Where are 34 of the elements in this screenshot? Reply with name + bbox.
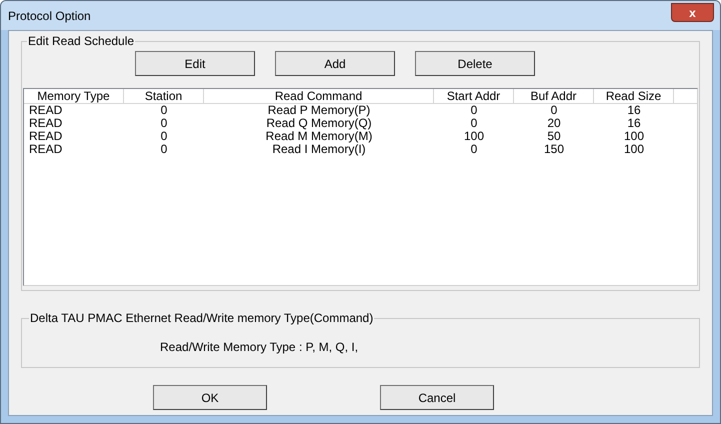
table-cell-text: Read P Memory(P) (266, 104, 372, 117)
table-cell-text: 100 (622, 143, 646, 156)
toolbar-button[interactable]: Delete (415, 51, 535, 76)
table-cell-text: 0 (470, 143, 478, 156)
table-cell-text: 16 (626, 117, 642, 130)
table-cell-text: READ (28, 143, 64, 156)
group-legend: Delta TAU PMAC Ethernet Read/Write memory Type(Command) (29, 311, 374, 325)
table-cell-text: Read Q Memory(Q) (265, 117, 373, 130)
toolbar-button[interactable]: Edit (135, 51, 255, 76)
table-cell-text: READ (28, 117, 64, 130)
table-cell-text: 150 (542, 143, 566, 156)
table-cell-text: READ (28, 104, 64, 117)
table-cell-text: 20 (546, 117, 562, 130)
table-cell-text: 100 (622, 130, 646, 143)
table-cell-text: 0 (160, 104, 168, 117)
dialog-button[interactable]: Cancel (380, 385, 494, 410)
table-cell-text: 0 (160, 117, 168, 130)
table-cell-text: READ (28, 130, 64, 143)
table-cell-text: 50 (546, 130, 562, 143)
table-cell-text: 0 (160, 143, 168, 156)
close-button[interactable]: x (671, 3, 714, 22)
table-cell-text: 0 (550, 104, 558, 117)
table-cell-text: 0 (470, 117, 478, 130)
window-title: Protocol Option (8, 8, 91, 24)
table-cell-text: Read M Memory(M) (264, 130, 374, 143)
toolbar-button[interactable]: Add (275, 51, 395, 76)
dialog-button[interactable]: OK (153, 385, 267, 410)
table-cell-text: 0 (160, 130, 168, 143)
table-cell-text: 0 (470, 104, 478, 117)
memory-type-text: Read/Write Memory Type : P, M, Q, I, (160, 339, 360, 356)
table-cell-text: Read I Memory(I) (271, 143, 366, 156)
table-cell-text: 100 (462, 130, 486, 143)
table-cell-text: 16 (626, 104, 642, 117)
group-legend: Edit Read Schedule (27, 34, 136, 48)
